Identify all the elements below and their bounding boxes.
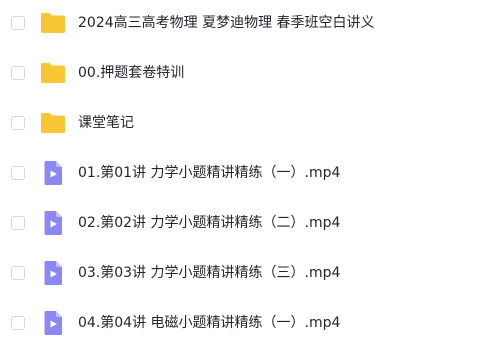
row-checkbox[interactable] (11, 316, 25, 330)
video-file-icon (40, 210, 66, 236)
row-checkbox[interactable] (11, 216, 25, 230)
file-name: 00.押题套卷特训 (78, 65, 185, 81)
row-checkbox[interactable] (11, 116, 25, 130)
file-name: 04.第04讲 电磁小题精讲精练（一）.mp4 (78, 315, 341, 331)
file-row-folder-class-notes[interactable]: 课堂笔记 (0, 100, 484, 150)
file-name: 课堂笔记 (78, 115, 134, 131)
row-checkbox[interactable] (11, 166, 25, 180)
file-row-video-lecture-01[interactable]: 01.第01讲 力学小题精讲精练（一）.mp4 (0, 150, 484, 200)
video-file-icon (40, 310, 66, 336)
file-name: 03.第03讲 力学小题精讲精练（三）.mp4 (78, 265, 341, 281)
video-file-icon (40, 260, 66, 286)
file-name: 2024高三高考物理 夏梦迪物理 春季班空白讲义 (78, 15, 375, 31)
row-checkbox[interactable] (11, 66, 25, 80)
row-checkbox[interactable] (11, 16, 25, 30)
file-name: 01.第01讲 力学小题精讲精练（一）.mp4 (78, 165, 341, 181)
file-row-video-lecture-03[interactable]: 03.第03讲 力学小题精讲精练（三）.mp4 (0, 250, 484, 300)
folder-icon (40, 110, 66, 136)
file-row-video-lecture-04[interactable]: 04.第04讲 电磁小题精讲精练（一）.mp4 (0, 300, 484, 350)
folder-icon (40, 10, 66, 36)
file-row-video-lecture-02[interactable]: 02.第02讲 力学小题精讲精练（二）.mp4 (0, 200, 484, 250)
file-row-folder-mock-exams[interactable]: 00.押题套卷特训 (0, 50, 484, 100)
row-checkbox[interactable] (11, 266, 25, 280)
folder-icon (40, 60, 66, 86)
video-file-icon (40, 160, 66, 186)
file-row-folder-course-handouts[interactable]: 2024高三高考物理 夏梦迪物理 春季班空白讲义 (0, 0, 484, 50)
file-name: 02.第02讲 力学小题精讲精练（二）.mp4 (78, 215, 341, 231)
file-list: 2024高三高考物理 夏梦迪物理 春季班空白讲义 00.押题套卷特训 课堂笔记 (0, 0, 484, 335)
